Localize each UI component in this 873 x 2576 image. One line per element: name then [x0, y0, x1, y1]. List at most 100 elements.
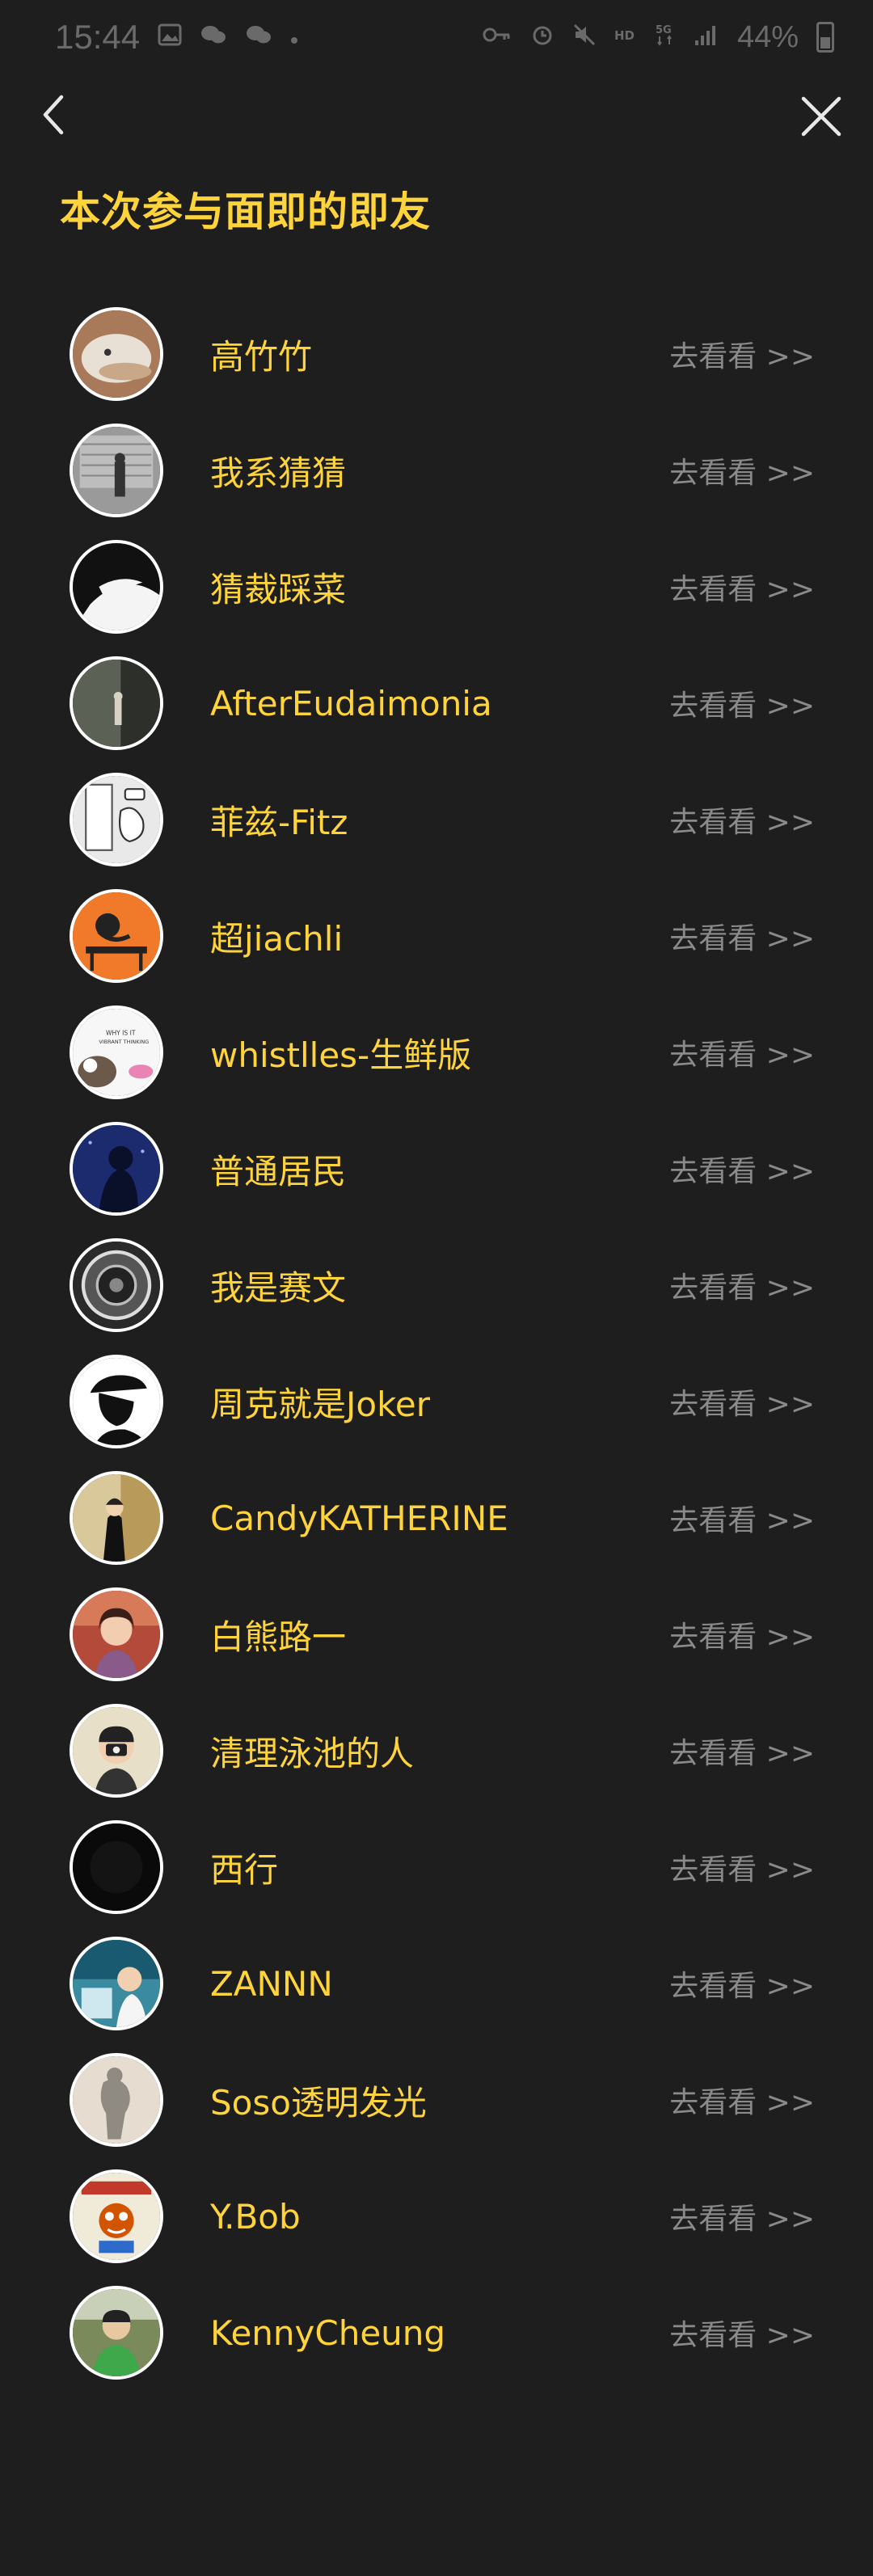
view-profile-link[interactable]: 去看看 >> — [669, 1925, 815, 2042]
avatar[interactable] — [70, 1937, 163, 2030]
user-name[interactable]: 西行 — [210, 1809, 278, 1925]
avatar-image — [73, 776, 160, 863]
list-item[interactable]: Soso透明发光 去看看 >> — [0, 2042, 873, 2158]
view-profile-link[interactable]: 去看看 >> — [669, 296, 815, 412]
user-name[interactable]: 白熊路一 — [210, 1576, 346, 1693]
avatar-image — [73, 1940, 160, 2027]
avatar-image — [73, 2173, 160, 2260]
chevron-left-icon — [43, 95, 64, 135]
avatar[interactable] — [70, 773, 163, 866]
list-item[interactable]: 普通居民 去看看 >> — [0, 1111, 873, 1227]
list-item[interactable]: 我是赛文 去看看 >> — [0, 1227, 873, 1343]
user-name[interactable]: ZANNN — [210, 1925, 333, 2042]
avatar-image — [73, 660, 160, 747]
view-profile-link[interactable]: 去看看 >> — [669, 529, 815, 645]
avatar[interactable] — [70, 1238, 163, 1332]
key-icon — [482, 25, 512, 49]
user-name[interactable]: whistlles-生鲜版 — [210, 994, 471, 1111]
user-name[interactable]: CandyKATHERINE — [210, 1460, 508, 1576]
avatar[interactable] — [70, 889, 163, 983]
avatar[interactable] — [70, 1355, 163, 1448]
battery-percent: 44% — [736, 19, 799, 54]
list-item[interactable]: 清理泳池的人 去看看 >> — [0, 1693, 873, 1809]
user-name[interactable]: 超jiachli — [210, 878, 343, 994]
view-profile-link[interactable]: 去看看 >> — [669, 2042, 815, 2158]
user-name[interactable]: 高竹竹 — [210, 296, 312, 412]
list-item[interactable]: Y.Bob 去看看 >> — [0, 2158, 873, 2275]
user-name[interactable]: Soso透明发光 — [210, 2042, 427, 2158]
view-profile-link[interactable]: 去看看 >> — [669, 878, 815, 994]
user-name[interactable]: 猜裁踩菜 — [210, 529, 346, 645]
avatar[interactable]: WHY IS IT VIBRANT THINKING — [70, 1006, 163, 1099]
view-profile-link[interactable]: 去看看 >> — [669, 1576, 815, 1693]
view-profile-link[interactable]: 去看看 >> — [669, 2275, 815, 2391]
view-profile-link[interactable]: 去看看 >> — [669, 1343, 815, 1460]
user-list: 高竹竹 去看看 >> 我系猜猜 去看看 >> 猜裁踩菜 去看看 >> AfterEudaim… — [0, 296, 873, 2391]
avatar-image — [73, 892, 160, 980]
hd-icon: HD — [614, 25, 637, 49]
avatar-image: WHY IS IT VIBRANT THINKING — [73, 1009, 160, 1096]
avatar[interactable] — [70, 2053, 163, 2147]
list-item[interactable]: CandyKATHERINE 去看看 >> — [0, 1460, 873, 1576]
avatar[interactable] — [70, 424, 163, 517]
user-name[interactable]: 我是赛文 — [210, 1227, 346, 1343]
list-item[interactable]: 周克就是Joker 去看看 >> — [0, 1343, 873, 1460]
list-item[interactable]: 我系猜猜 去看看 >> — [0, 412, 873, 529]
back-button[interactable] — [29, 91, 78, 139]
list-item[interactable]: WHY IS IT VIBRANT THINKING whistlles-生鲜版 去看… — [0, 994, 873, 1111]
view-profile-link[interactable]: 去看看 >> — [669, 1460, 815, 1576]
list-item[interactable]: 猜裁踩菜 去看看 >> — [0, 529, 873, 645]
alarm-icon — [530, 23, 555, 52]
avatar[interactable] — [70, 656, 163, 750]
avatar-image — [73, 2289, 160, 2376]
view-profile-link[interactable]: 去看看 >> — [669, 1111, 815, 1227]
avatar[interactable] — [70, 2169, 163, 2263]
5g-icon: 5G — [655, 23, 676, 52]
view-profile-link[interactable]: 去看看 >> — [669, 1693, 815, 1809]
nav-bar — [0, 81, 873, 149]
avatar[interactable] — [70, 1587, 163, 1681]
view-profile-link[interactable]: 去看看 >> — [669, 1809, 815, 1925]
user-name[interactable]: 普通居民 — [210, 1111, 346, 1227]
view-profile-link[interactable]: 去看看 >> — [669, 994, 815, 1111]
avatar-image — [73, 543, 160, 630]
view-profile-link[interactable]: 去看看 >> — [669, 2158, 815, 2275]
battery-icon — [816, 22, 834, 53]
view-profile-link[interactable]: 去看看 >> — [669, 1227, 815, 1343]
view-profile-link[interactable]: 去看看 >> — [669, 645, 815, 761]
list-item[interactable]: 高竹竹 去看看 >> — [0, 296, 873, 412]
list-item[interactable]: AfterEudaimonia 去看看 >> — [0, 645, 873, 761]
user-name[interactable]: 我系猜猜 — [210, 412, 346, 529]
list-item[interactable]: ZANNN 去看看 >> — [0, 1925, 873, 2042]
avatar[interactable] — [70, 1122, 163, 1216]
user-name[interactable]: 清理泳池的人 — [210, 1693, 414, 1809]
avatar[interactable] — [70, 307, 163, 401]
list-item[interactable]: KennyCheung 去看看 >> — [0, 2275, 873, 2391]
list-item[interactable]: 白熊路一 去看看 >> — [0, 1576, 873, 1693]
status-bar-right: HD 5G 44% — [482, 20, 834, 55]
close-button[interactable] — [795, 91, 847, 142]
wechat-icon — [245, 23, 272, 51]
user-name[interactable]: Y.Bob — [210, 2158, 301, 2275]
avatar[interactable] — [70, 2286, 163, 2380]
status-time: 15:44 — [55, 18, 141, 56]
avatar[interactable] — [70, 1704, 163, 1798]
mute-icon — [572, 23, 597, 52]
avatar-image — [73, 1242, 160, 1329]
page: 15:44 HD 5G 44% 本次参与面即的即友 高竹竹 去看看 >> 我系猜… — [0, 0, 873, 2576]
signal-icon — [694, 23, 719, 52]
user-name[interactable]: 菲兹-Fitz — [210, 761, 348, 878]
avatar[interactable] — [70, 1471, 163, 1565]
list-item[interactable]: 超jiachli 去看看 >> — [0, 878, 873, 994]
user-name[interactable]: AfterEudaimonia — [210, 645, 492, 761]
user-name[interactable]: KennyCheung — [210, 2275, 445, 2391]
dot-icon — [290, 25, 298, 49]
view-profile-link[interactable]: 去看看 >> — [669, 761, 815, 878]
avatar[interactable] — [70, 540, 163, 634]
list-item[interactable]: 菲兹-Fitz 去看看 >> — [0, 761, 873, 878]
view-profile-link[interactable]: 去看看 >> — [669, 412, 815, 529]
avatar[interactable] — [70, 1820, 163, 1914]
user-name[interactable]: 周克就是Joker — [210, 1343, 430, 1460]
list-item[interactable]: 西行 去看看 >> — [0, 1809, 873, 1925]
close-icon — [801, 96, 841, 137]
